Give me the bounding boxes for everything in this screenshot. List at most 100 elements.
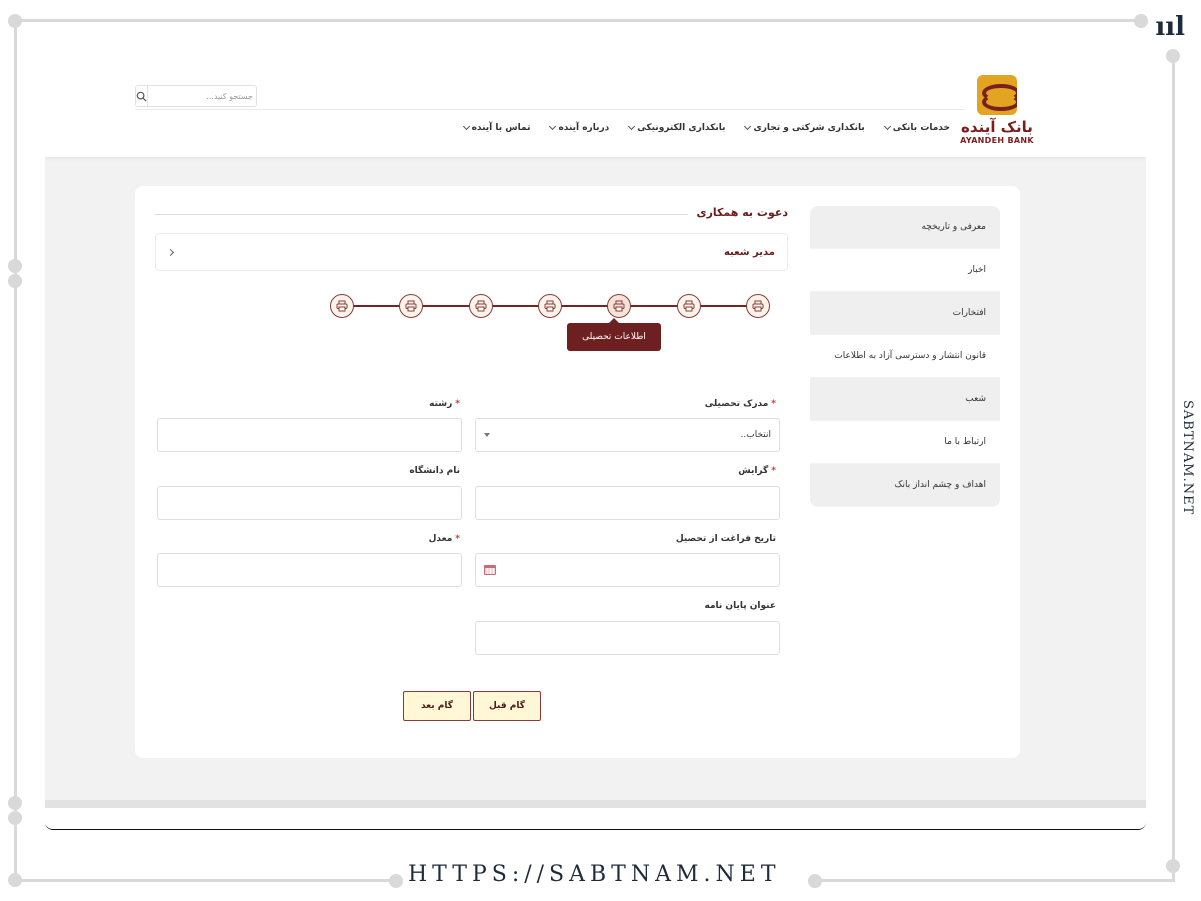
gpa-input[interactable]	[157, 553, 462, 587]
chevron-down-icon	[549, 122, 557, 131]
search-box	[135, 85, 257, 107]
nav-item-electronic-banking[interactable]: بانکداری الکترونیکی	[628, 122, 726, 133]
required-mark: *	[455, 534, 460, 544]
chevron-down-icon	[462, 122, 470, 131]
content-card: معرفی و تاریخچه اخبار افتخارات قانون انت…	[135, 186, 1020, 758]
required-mark: *	[771, 399, 776, 409]
nav-label: خدمات بانکی	[892, 123, 950, 133]
chevron-down-icon	[744, 122, 752, 131]
page-title: دعوت به همکاری	[688, 206, 788, 219]
frame-dot	[389, 874, 403, 888]
header-divider	[135, 109, 965, 110]
footer-strip	[45, 808, 1146, 829]
frame-top-line	[14, 19, 1141, 22]
logo-english-name: AYANDEH BANK	[960, 136, 1034, 145]
browser-window: بانک آینده AYANDEH BANK خدمات بانکی بانک…	[45, 47, 1146, 830]
form-step[interactable]	[468, 294, 493, 318]
frame-dot	[8, 811, 22, 825]
form-stepper	[330, 294, 770, 318]
prev-step-button[interactable]: گام قبل	[473, 691, 541, 721]
frame-bottom-right-line	[820, 879, 1175, 882]
thesis-label: عنوان پایان نامه	[704, 601, 777, 611]
search-icon	[136, 91, 147, 102]
chevron-down-icon	[883, 122, 891, 131]
job-title-box[interactable]: مدیر شعبه	[155, 233, 788, 271]
sabtnam-logo: ııl	[1155, 12, 1185, 42]
sidebar-item-vision[interactable]: اهداف و چشم انداز بانک	[810, 464, 1000, 507]
bank-logo[interactable]: بانک آینده AYANDEH BANK	[960, 75, 1034, 145]
graduation-date-label: تاریخ فراغت از تحصیل	[675, 534, 776, 544]
form-step[interactable]	[399, 294, 424, 318]
sidebar-item-news[interactable]: اخبار	[810, 249, 1000, 292]
form-step[interactable]	[607, 294, 632, 318]
nav-label: بانکداری الکترونیکی	[637, 123, 726, 133]
bank-logo-icon	[977, 75, 1017, 115]
frame-dot	[1134, 14, 1148, 28]
label-text: گرایش	[738, 466, 769, 476]
gpa-label: *معدل	[429, 534, 460, 544]
nav-item-corporate-banking[interactable]: بانکداری شرکتی و تجاری	[744, 122, 865, 133]
nav-label: تماس با آینده	[471, 123, 531, 133]
frame-dot	[1166, 49, 1180, 63]
form-step[interactable]	[538, 294, 562, 318]
sidebar-item-history[interactable]: معرفی و تاریخچه	[810, 206, 1000, 249]
calendar-icon[interactable]	[484, 565, 496, 575]
sidebar-item-honors[interactable]: افتخارات	[810, 292, 1000, 335]
required-mark: *	[455, 399, 460, 409]
form-step[interactable]	[676, 294, 701, 318]
site-header: بانک آینده AYANDEH BANK خدمات بانکی بانک…	[45, 47, 1146, 157]
nav-label: بانکداری شرکتی و تجاری	[753, 123, 865, 133]
printer-icon	[613, 300, 625, 312]
search-input[interactable]	[148, 91, 257, 101]
university-label: نام دانشگاه	[409, 466, 460, 476]
frame-dot	[8, 14, 22, 28]
chevron-left-icon	[166, 248, 175, 256]
form-step[interactable]	[330, 294, 354, 318]
printer-icon	[475, 300, 487, 312]
next-step-button[interactable]: گام بعد	[403, 691, 471, 721]
search-button[interactable]	[136, 86, 148, 106]
printer-icon	[752, 300, 764, 312]
nav-label: درباره آینده	[558, 123, 610, 133]
university-input[interactable]	[157, 486, 462, 520]
printer-icon	[405, 300, 417, 312]
frame-dot	[1166, 859, 1180, 873]
active-step-tooltip: اطلاعات تحصیلی	[567, 318, 661, 351]
logo-name: بانک آینده	[961, 118, 1033, 136]
degree-select[interactable]: انتخاب..	[475, 418, 780, 452]
nav-item-contact[interactable]: تماس با آینده	[462, 122, 531, 133]
printer-icon	[336, 300, 348, 312]
orientation-input[interactable]	[475, 486, 780, 520]
nav-item-about[interactable]: درباره آینده	[549, 122, 610, 133]
major-label: *رشته	[429, 399, 460, 409]
form-step[interactable]	[746, 294, 770, 318]
side-watermark-url: SABTNAM.NET	[1180, 400, 1195, 516]
label-text: مدرک تحصیلی	[704, 399, 769, 409]
main-nav: خدمات بانکی بانکداری شرکتی و تجاری بانکد…	[462, 122, 950, 133]
label-text: معدل	[428, 534, 453, 544]
nav-item-banking-services[interactable]: خدمات بانکی	[883, 122, 950, 133]
sidebar-item-branches[interactable]: شعب	[810, 378, 1000, 421]
frame-dot	[8, 873, 22, 887]
required-mark: *	[771, 466, 776, 476]
job-title: مدیر شعبه	[723, 246, 775, 258]
degree-selected-value: انتخاب..	[740, 430, 771, 440]
frame-bottom-left-line	[14, 879, 394, 882]
sidebar-item-contact[interactable]: ارتباط با ما	[810, 421, 1000, 464]
sidebar-item-information-law[interactable]: قانون انتشار و دسترسی آزاد به اطلاعات	[810, 335, 1000, 378]
bottom-watermark-url: HTTPS://SABTNAM.NET	[408, 862, 781, 887]
frame-dot	[8, 796, 22, 810]
frame-left-line	[14, 22, 17, 879]
frame-dot	[808, 874, 822, 888]
caret-down-icon	[484, 433, 490, 437]
frame-dot	[8, 259, 22, 273]
graduation-date-input[interactable]	[475, 553, 780, 587]
major-input[interactable]	[157, 418, 462, 452]
chevron-down-icon	[628, 122, 636, 131]
printer-icon	[683, 300, 695, 312]
thesis-input[interactable]	[475, 621, 780, 655]
degree-label: *مدرک تحصیلی	[705, 399, 776, 409]
frame-right-line	[1172, 55, 1175, 879]
sidebar-menu: معرفی و تاریخچه اخبار افتخارات قانون انت…	[810, 206, 1000, 507]
frame-dot	[8, 274, 22, 288]
